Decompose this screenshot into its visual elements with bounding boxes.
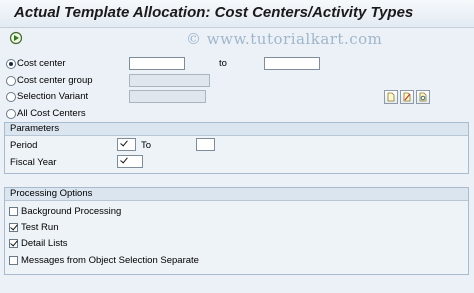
- display-icon: [419, 92, 427, 102]
- period-input-check-icon: [120, 140, 129, 149]
- cost-center-radio[interactable]: [6, 59, 16, 69]
- execute-icon[interactable]: [9, 31, 23, 45]
- create-icon: [387, 92, 395, 102]
- cost-center-from-input[interactable]: [129, 57, 185, 70]
- cost-center-group-input[interactable]: [129, 74, 210, 87]
- all-cost-centers-label: All Cost Centers: [17, 108, 86, 119]
- period-input[interactable]: [117, 138, 136, 151]
- title-bar: Actual Template Allocation: Cost Centers…: [0, 0, 474, 28]
- watermark-text: © www.tutorialkart.com: [186, 30, 383, 48]
- period-to-input[interactable]: [196, 138, 215, 151]
- change-icon: [403, 92, 411, 102]
- create-variant-button[interactable]: [384, 90, 398, 104]
- detail-lists-checkbox[interactable]: [9, 239, 18, 248]
- detail-lists-label: Detail Lists: [21, 238, 68, 249]
- cost-center-group-label: Cost center group: [17, 75, 93, 86]
- messages-separate-label: Messages from Object Selection Separate: [21, 255, 199, 266]
- selection-variant-input[interactable]: [129, 90, 206, 103]
- fiscal-year-input-check-icon: [120, 157, 129, 166]
- to-label: to: [219, 58, 227, 69]
- test-run-label: Test Run: [21, 222, 59, 233]
- cost-center-group-radio[interactable]: [6, 76, 16, 86]
- period-to-label: To: [141, 140, 152, 151]
- fiscal-year-input[interactable]: [117, 155, 143, 168]
- cost-center-label: Cost center: [17, 58, 66, 69]
- background-processing-label: Background Processing: [21, 206, 122, 217]
- messages-separate-checkbox[interactable]: [9, 256, 18, 265]
- parameters-group: Parameters: [4, 122, 469, 174]
- all-cost-centers-radio[interactable]: [6, 109, 16, 119]
- fiscal-year-label: Fiscal Year: [10, 157, 57, 168]
- selection-variant-radio[interactable]: [6, 92, 16, 102]
- change-variant-button[interactable]: [400, 90, 414, 104]
- period-label: Period: [10, 140, 38, 151]
- test-run-checkbox[interactable]: [9, 223, 18, 232]
- cost-center-to-input[interactable]: [264, 57, 320, 70]
- selection-variant-label: Selection Variant: [17, 91, 89, 102]
- page-title: Actual Template Allocation: Cost Centers…: [14, 4, 414, 21]
- processing-options-title: Processing Options: [5, 188, 468, 201]
- background-processing-checkbox[interactable]: [9, 207, 18, 216]
- parameters-group-title: Parameters: [5, 123, 468, 136]
- display-variant-button[interactable]: [416, 90, 430, 104]
